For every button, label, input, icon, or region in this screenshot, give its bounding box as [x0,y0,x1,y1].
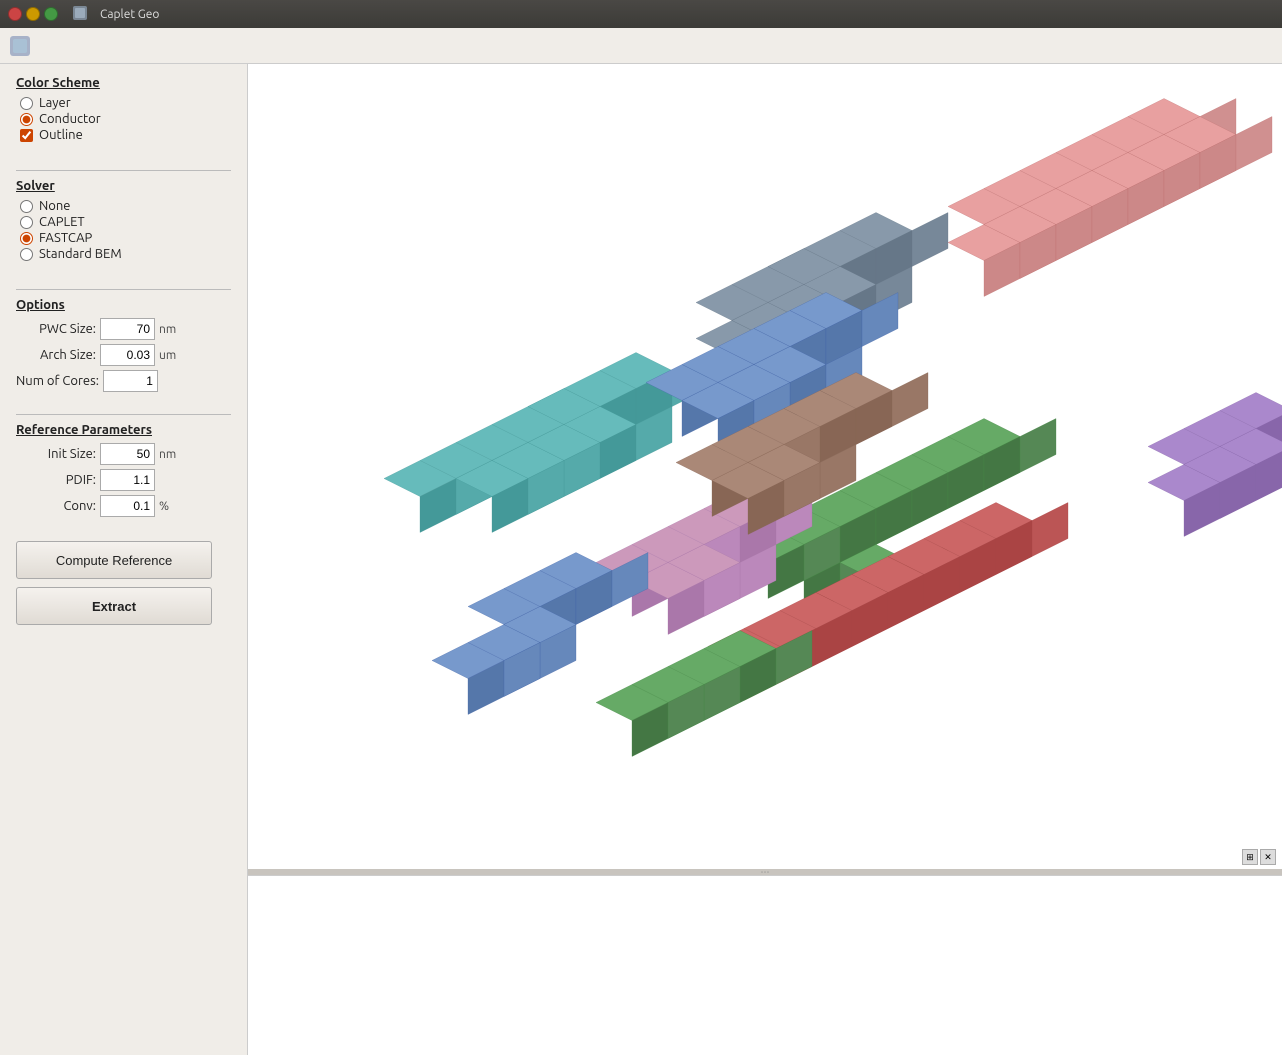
num-cores-input[interactable] [103,370,158,392]
solver-title: Solver [16,179,231,193]
pwc-size-row: PWC Size: nm [16,318,231,340]
init-size-input[interactable] [100,443,155,465]
window-controls[interactable] [8,7,58,21]
solver-caplet-radio[interactable] [20,216,33,229]
divider-1 [16,170,231,171]
extract-button[interactable]: Extract [16,587,212,625]
maximize-button[interactable] [44,7,58,21]
title-bar: Caplet Geo [0,0,1282,28]
pdif-row: PDIF: [16,469,231,491]
conv-row: Conv: % [16,495,231,517]
reference-params-title: Reference Parameters [16,423,231,437]
options-title: Options [16,298,231,312]
pwc-size-unit: nm [159,323,184,336]
close-button[interactable] [8,7,22,21]
color-scheme-section: Color Scheme Layer Conductor Outline [16,76,231,152]
pwc-size-input[interactable] [100,318,155,340]
bottom-panel [248,875,1282,1055]
pdif-input[interactable] [100,469,155,491]
init-size-unit: nm [159,448,184,461]
divider-3 [16,414,231,415]
outline-checkbox[interactable] [20,129,33,142]
viewport-close-button[interactable]: ✕ [1260,849,1276,865]
color-scheme-options: Layer Conductor Outline [16,96,231,142]
conv-input[interactable] [100,495,155,517]
solver-none-radio[interactable] [20,200,33,213]
app-icon [72,5,88,24]
options-section: Options PWC Size: nm Arch Size: um Num o… [16,298,231,396]
color-scheme-outline[interactable]: Outline [20,128,231,142]
pdif-label: PDIF: [16,473,96,487]
scene-svg: .vox-pink-top { fill: #e8a0a0; stroke: #… [248,64,1282,869]
pwc-size-label: PWC Size: [16,322,96,336]
arch-size-label: Arch Size: [16,348,96,362]
init-size-row: Init Size: nm [16,443,231,465]
action-buttons: Compute Reference Extract [16,541,231,625]
arch-size-unit: um [159,349,184,362]
conv-label: Conv: [16,499,96,513]
app-header [0,28,1282,64]
sidebar: Color Scheme Layer Conductor Outline [0,64,248,1055]
color-scheme-conductor-radio[interactable] [20,113,33,126]
num-cores-row: Num of Cores: [16,370,231,392]
viewport-controls: ⊞ ✕ [1242,849,1276,865]
color-scheme-layer-radio[interactable] [20,97,33,110]
init-size-label: Init Size: [16,447,96,461]
solver-standardbem-radio[interactable] [20,248,33,261]
viewport[interactable]: .vox-pink-top { fill: #e8a0a0; stroke: #… [248,64,1282,869]
solver-fastcap-radio[interactable] [20,232,33,245]
content-area: Color Scheme Layer Conductor Outline [0,64,1282,1055]
compute-reference-button[interactable]: Compute Reference [16,541,212,579]
solver-fastcap[interactable]: FASTCAP [20,231,231,245]
window-title: Caplet Geo [100,8,159,21]
solver-none[interactable]: None [20,199,231,213]
arch-size-row: Arch Size: um [16,344,231,366]
reference-parameters-section: Reference Parameters Init Size: nm PDIF:… [16,423,231,521]
divider-2 [16,289,231,290]
minimize-button[interactable] [26,7,40,21]
arch-size-input[interactable] [100,344,155,366]
num-cores-label: Num of Cores: [16,374,99,388]
main-window: Color Scheme Layer Conductor Outline [0,28,1282,1055]
color-scheme-title: Color Scheme [16,76,231,90]
conv-unit: % [159,500,184,513]
solver-options: None CAPLET FASTCAP Standard BEM [16,199,231,261]
viewport-resize-button[interactable]: ⊞ [1242,849,1258,865]
app-header-icon [8,34,32,58]
solver-standardbem[interactable]: Standard BEM [20,247,231,261]
solver-section: Solver None CAPLET FASTCAP [16,179,231,271]
main-panel: .vox-pink-top { fill: #e8a0a0; stroke: #… [248,64,1282,1055]
solver-caplet[interactable]: CAPLET [20,215,231,229]
color-scheme-conductor[interactable]: Conductor [20,112,231,126]
color-scheme-layer[interactable]: Layer [20,96,231,110]
